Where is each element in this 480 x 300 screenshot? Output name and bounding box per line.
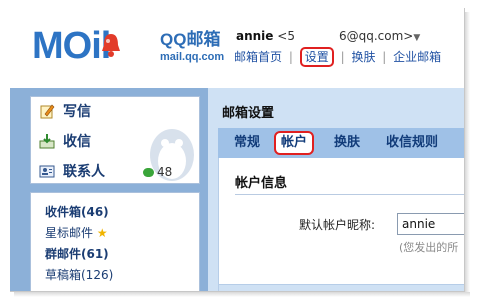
- nickname-input[interactable]: [397, 213, 464, 235]
- link-separator: |: [288, 50, 293, 64]
- folder-group-mail[interactable]: 群邮件(61): [45, 245, 109, 263]
- page-shadow-right: [465, 12, 470, 294]
- star-icon: ★: [96, 226, 108, 240]
- nickname-label: 默认帐户昵称:: [299, 218, 376, 232]
- header: MOil QQ邮箱 mail.qq.com annie <5 6@qq.com>▼…: [10, 8, 464, 88]
- nickname-hint: (您发出的所: [399, 241, 459, 254]
- chevron-down-icon[interactable]: ▼: [413, 33, 420, 43]
- section-title: 帐户信息: [235, 176, 288, 191]
- page-shadow-bottom: [14, 292, 470, 297]
- receive-action[interactable]: 收信: [39, 131, 91, 153]
- link-mail-home[interactable]: 邮箱首页: [234, 50, 282, 64]
- user-email-suffix: 6@qq.com>: [338, 29, 414, 43]
- mail-window: MOil QQ邮箱 mail.qq.com annie <5 6@qq.com>▼…: [10, 8, 465, 292]
- contacts-label: 联系人: [63, 164, 105, 180]
- folder-inbox[interactable]: 收件箱(46): [45, 203, 109, 221]
- user-name: annie: [236, 29, 274, 43]
- link-enterprise-mail[interactable]: 企业邮箱: [393, 50, 441, 64]
- logo-text: MOil: [32, 25, 111, 67]
- inbox-download-icon: [39, 134, 55, 149]
- compose-action[interactable]: 写信: [39, 101, 91, 123]
- contact-card-icon: [39, 165, 55, 178]
- folder-drafts[interactable]: 草稿箱(126): [45, 266, 113, 284]
- user-email-prefix: <5: [277, 29, 295, 43]
- account-panel: 帐户信息 默认帐户昵称: (您发出的所: [218, 158, 464, 291]
- link-separator: |: [340, 50, 345, 64]
- brand-block: QQ邮箱 mail.qq.com: [160, 30, 224, 64]
- link-separator: |: [382, 50, 387, 64]
- bell-logo-icon: [102, 34, 120, 57]
- quick-actions: 写信 收信 联系人 48: [30, 96, 200, 184]
- online-count-badge[interactable]: 48: [143, 163, 172, 181]
- folder-starred-label: 星标邮件: [45, 226, 94, 240]
- mail-logo[interactable]: MOil: [32, 26, 150, 66]
- receive-label: 收信: [63, 134, 91, 150]
- product-domain: mail.qq.com: [160, 51, 225, 63]
- tab-general[interactable]: 常规: [234, 133, 260, 153]
- section-divider: [235, 194, 464, 195]
- tab-skin[interactable]: 换肤: [334, 133, 360, 153]
- folder-list: 收件箱(46) 星标邮件 ★ 群邮件(61) 草稿箱(126): [30, 192, 200, 291]
- settings-tabs: 常规 帐户 换肤 收信规则: [218, 128, 464, 158]
- tab-receive-rules[interactable]: 收信规则: [386, 133, 438, 153]
- user-info[interactable]: annie <5 6@qq.com>▼: [236, 28, 420, 46]
- contacts-action[interactable]: 联系人: [39, 161, 105, 183]
- page-title: 邮箱设置: [222, 106, 275, 121]
- top-links: 邮箱首页 | 设置 | 换肤 | 企业邮箱: [234, 47, 441, 67]
- link-skin[interactable]: 换肤: [351, 50, 375, 64]
- settings-main: 邮箱设置 常规 帐户 换肤 收信规则 帐户信息 默认帐户昵称: (您发出的所: [208, 88, 464, 291]
- panel-footer: [219, 284, 464, 291]
- link-settings[interactable]: 设置: [299, 47, 334, 67]
- sidebar: 写信 收信 联系人 48 收件箱(46) 星标邮件 ★ 群邮件(61) 草稿箱(…: [10, 88, 208, 291]
- chat-bubble-icon: [143, 168, 154, 177]
- product-name: QQ邮箱: [160, 30, 221, 49]
- pencil-icon: [40, 104, 55, 119]
- folder-starred[interactable]: 星标邮件 ★: [45, 224, 108, 242]
- compose-label: 写信: [63, 104, 91, 120]
- online-count: 48: [157, 165, 173, 179]
- tab-account[interactable]: 帐户: [274, 131, 315, 155]
